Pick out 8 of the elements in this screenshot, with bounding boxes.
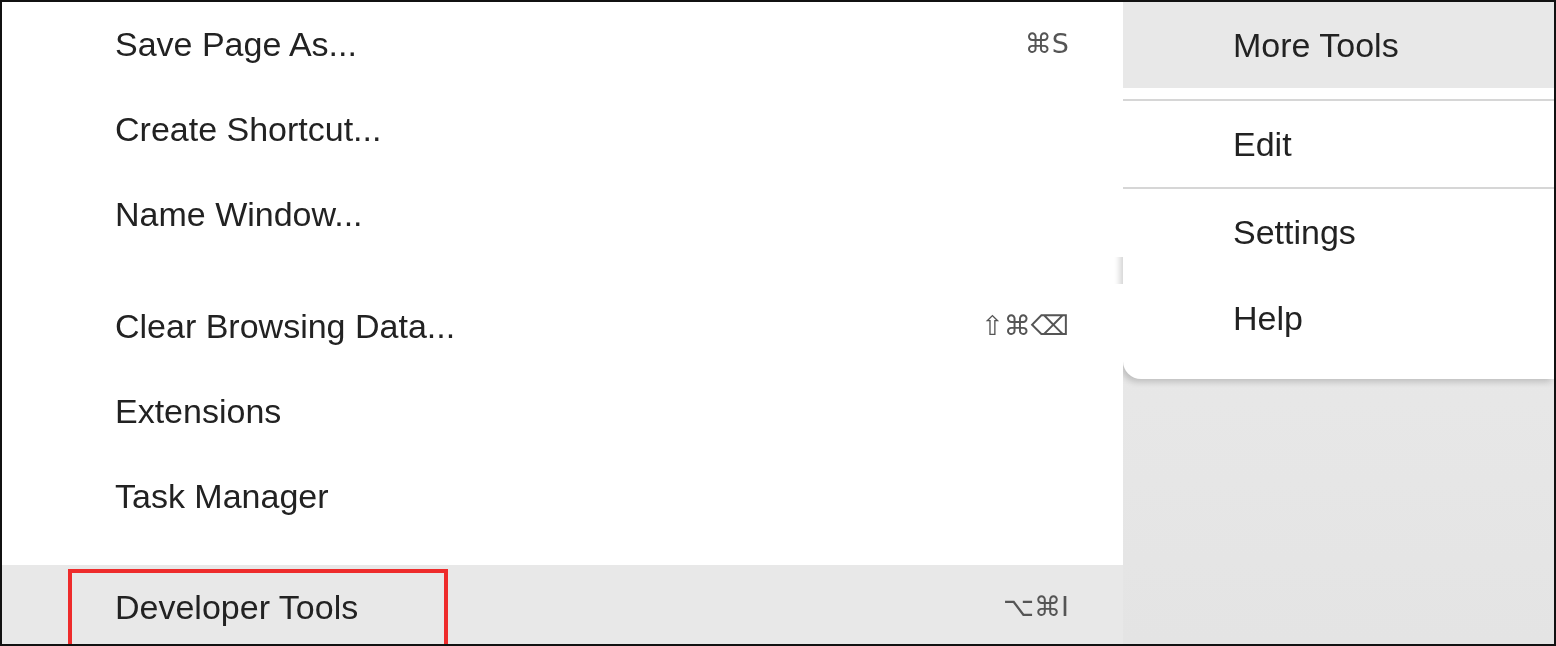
menu-item[interactable]: More Tools [1123, 2, 1554, 88]
menu-item[interactable]: Edit [1123, 101, 1554, 187]
menu-item[interactable]: Developer Tools ⌥⌘I [2, 565, 1123, 644]
shortcut-label: ⌥⌘I [1002, 590, 1069, 625]
shortcut-label: ⌘S [1024, 27, 1069, 62]
menu-item[interactable]: Help [1123, 275, 1554, 361]
shortcut-label: ⇧⌘⌫ [981, 309, 1069, 344]
menu-item[interactable]: Settings [1123, 189, 1554, 275]
